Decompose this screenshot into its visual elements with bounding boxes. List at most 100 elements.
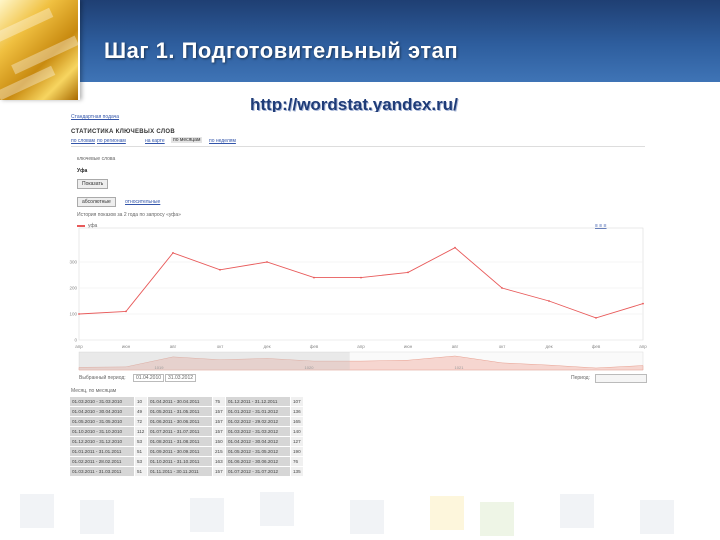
plot-frame	[78, 227, 644, 341]
count-cell: 157	[212, 416, 226, 427]
x-tick-label: июн	[404, 344, 413, 349]
data-point	[313, 276, 315, 279]
table-row: 01.04.2010 - 30.04.2010 49 01.05.2011 - 31…	[69, 406, 304, 417]
data-point	[642, 302, 644, 305]
count-cell: 107	[290, 396, 304, 407]
table-row: 01.12.2010 - 31.12.2010 53 01.08.2011 - 31…	[69, 436, 304, 447]
period-cell: 01.05.2012 - 31.05.2012	[225, 446, 291, 457]
x-tick-label: апр	[357, 344, 365, 349]
count-cell: 136	[290, 406, 304, 417]
period-cell: 01.01.2011 - 31.01.2011	[69, 446, 135, 457]
count-cell: 135	[290, 466, 304, 477]
table-row: 01.03.2011 - 31.03.2011 51 01.11.2011 - 30…	[69, 466, 304, 477]
period-cell: 01.12.2010 - 31.12.2010	[69, 436, 135, 447]
period-select[interactable]	[595, 374, 647, 383]
period-cell: 01.08.2011 - 31.08.2011	[147, 436, 213, 447]
period-cell: 01.11.2011 - 30.11.2011	[147, 466, 213, 477]
period-cell: 01.03.2010 - 31.03.2010	[69, 396, 135, 407]
period-cell: 01.10.2011 - 31.10.2011	[147, 456, 213, 467]
data-point	[360, 276, 362, 279]
count-cell: 157	[212, 406, 226, 417]
y-tick-label: 200	[69, 286, 77, 291]
period-cell: 01.05.2011 - 31.05.2011	[147, 406, 213, 417]
count-cell: 76	[290, 456, 304, 467]
x-tick-label: фев	[592, 344, 601, 349]
x-tick-label: апр	[75, 344, 83, 349]
period-cell: 01.12.2011 - 31.12.2011	[225, 396, 291, 407]
count-cell: 75	[212, 396, 226, 407]
data-point	[548, 300, 550, 302]
wordstat-screenshot: Стандартная подача СТАТИСТИКА КЛЮЧЕВЫХ С…	[63, 112, 655, 490]
navigator-tick-label: 1019	[155, 365, 165, 370]
table-row: 01.03.2010 - 31.03.2010 10 01.04.2011 - 30…	[69, 396, 304, 407]
y-tick-label: 0	[74, 338, 77, 343]
x-tick-label: авг	[452, 344, 459, 349]
table-row: 01.02.2011 - 28.02.2011 53 01.10.2011 - 31…	[69, 456, 304, 467]
series-line	[78, 247, 644, 319]
period-cell: 01.04.2010 - 30.04.2010	[69, 406, 135, 417]
count-cell: 163	[212, 456, 226, 467]
y-tick-label: 300	[69, 260, 77, 265]
period-select-label: Период:	[571, 375, 590, 381]
data-point	[78, 313, 80, 315]
period-cell: 01.03.2011 - 31.03.2011	[69, 466, 135, 477]
period-cell: 01.09.2011 - 30.09.2011	[147, 446, 213, 457]
period-label: Выбранный период:	[79, 375, 126, 381]
period-cell: 01.06.2011 - 30.06.2011	[147, 416, 213, 427]
period-cell: 01.04.2012 - 30.04.2012	[225, 436, 291, 447]
table-row: 01.10.2010 - 31.10.2010 112 01.07.2011 - 3…	[69, 426, 304, 437]
slide-header: Шаг 1. Подготовительный этап	[0, 0, 720, 101]
period-cell: 01.07.2011 - 31.07.2011	[147, 426, 213, 437]
x-tick-label: апр	[639, 344, 647, 349]
period-cell: 01.05.2010 - 31.05.2010	[69, 416, 135, 427]
x-tick-label: авг	[170, 344, 177, 349]
data-point	[454, 246, 456, 249]
count-cell: 112	[134, 426, 148, 437]
period-cell: 01.02.2011 - 28.02.2011	[69, 456, 135, 467]
navigator-tick-label: 1020	[305, 365, 315, 370]
count-cell: 127	[290, 436, 304, 447]
count-cell: 215	[212, 446, 226, 457]
period-cell: 01.02.2012 - 29.02.2012	[225, 416, 291, 427]
count-cell: 150	[212, 436, 226, 447]
period-from[interactable]: 01.04.2010	[133, 374, 165, 382]
count-cell: 190	[290, 446, 304, 457]
period-cell: 01.04.2011 - 30.04.2011	[147, 396, 213, 407]
x-tick-label: окт	[217, 344, 224, 349]
x-tick-label: фев	[310, 344, 319, 349]
period-cell: 01.06.2012 - 30.06.2012	[225, 456, 291, 467]
data-point	[501, 287, 503, 289]
x-tick-label: дек	[545, 344, 552, 349]
data-point	[595, 317, 597, 319]
data-table: 01.03.2010 - 31.03.2010 10 01.04.2011 - 30…	[69, 396, 304, 477]
data-point	[407, 271, 409, 274]
y-tick-label: 100	[69, 312, 77, 317]
gold-bars-image	[0, 0, 80, 101]
table-caption: Месяц, по месяцам	[71, 388, 117, 394]
count-cell: 53	[134, 456, 148, 467]
chart-svg: 0 100 200 300 апр июн авг окт дек фев апр июн авг окт…	[69, 227, 647, 371]
data-point	[266, 261, 268, 263]
count-cell: 157	[212, 466, 226, 477]
x-tick-label: дек	[263, 344, 270, 349]
period-cell: 01.01.2012 - 31.01.2012	[225, 406, 291, 417]
count-cell: 10	[134, 396, 148, 407]
count-cell: 53	[134, 436, 148, 447]
period-to[interactable]: 31.03.2012	[165, 374, 197, 382]
count-cell: 165	[290, 416, 304, 427]
count-cell: 49	[134, 406, 148, 417]
count-cell: 140	[290, 426, 304, 437]
x-tick-label: окт	[499, 344, 506, 349]
period-cell: 01.03.2012 - 31.03.2012	[225, 426, 291, 437]
count-cell: 51	[134, 466, 148, 477]
data-point	[219, 268, 221, 271]
data-point	[125, 310, 127, 313]
table-row: 01.05.2010 - 31.05.2010 72 01.06.2011 - 30…	[69, 416, 304, 427]
period-cell: 01.10.2010 - 31.10.2010	[69, 426, 135, 437]
decorative-tiles	[0, 490, 720, 540]
count-cell: 51	[134, 446, 148, 457]
navigator-tick-label: 1021	[455, 365, 465, 370]
period-cell: 01.07.2012 - 31.07.2012	[225, 466, 291, 477]
count-cell: 72	[134, 416, 148, 427]
slide-title: Шаг 1. Подготовительный этап	[104, 38, 459, 63]
